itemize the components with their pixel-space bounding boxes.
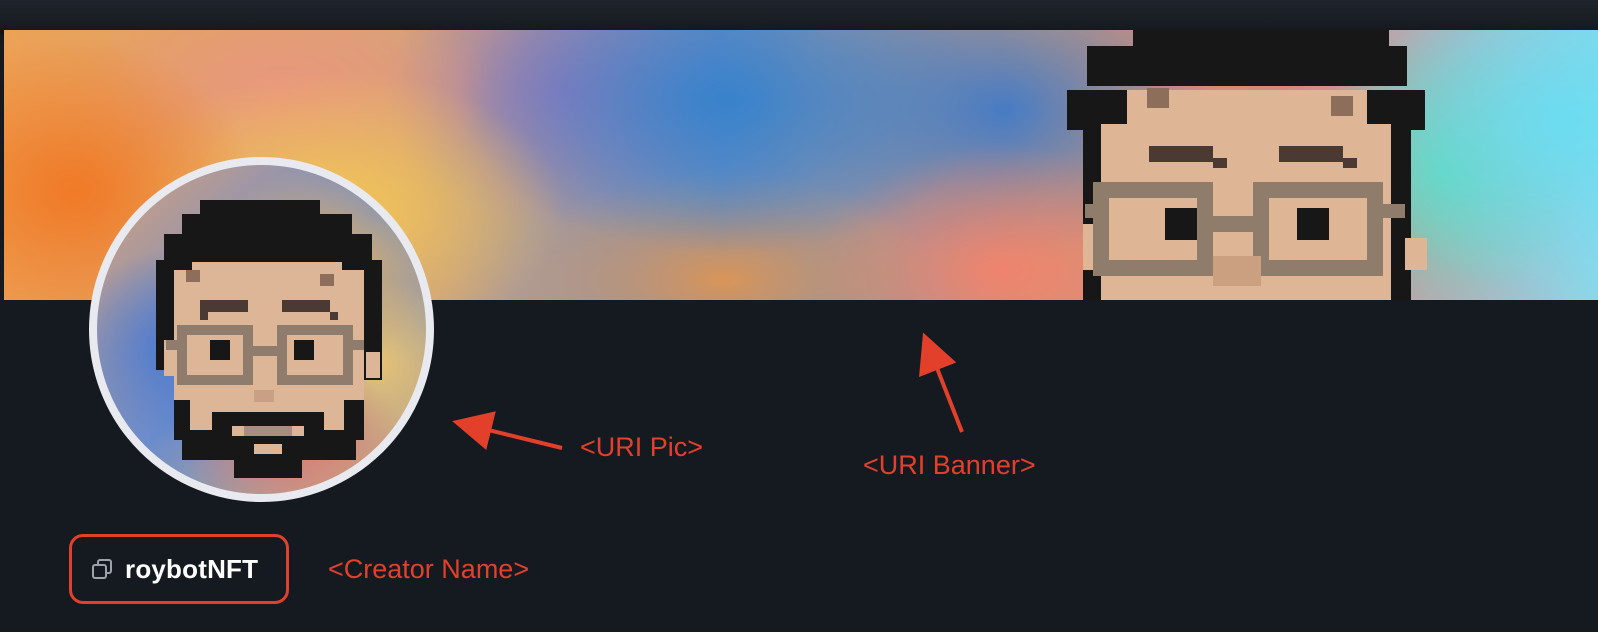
uri-banner-arrow: [919, 332, 964, 433]
uri-banner-annotation: <URI Banner>: [863, 450, 1036, 480]
uri-pic-annotation: <URI Pic>: [580, 432, 704, 462]
annotation-arrows: [452, 332, 964, 451]
uri-pic-arrow: [452, 411, 563, 451]
creator-name-annotation: <Creator Name>: [328, 554, 530, 584]
